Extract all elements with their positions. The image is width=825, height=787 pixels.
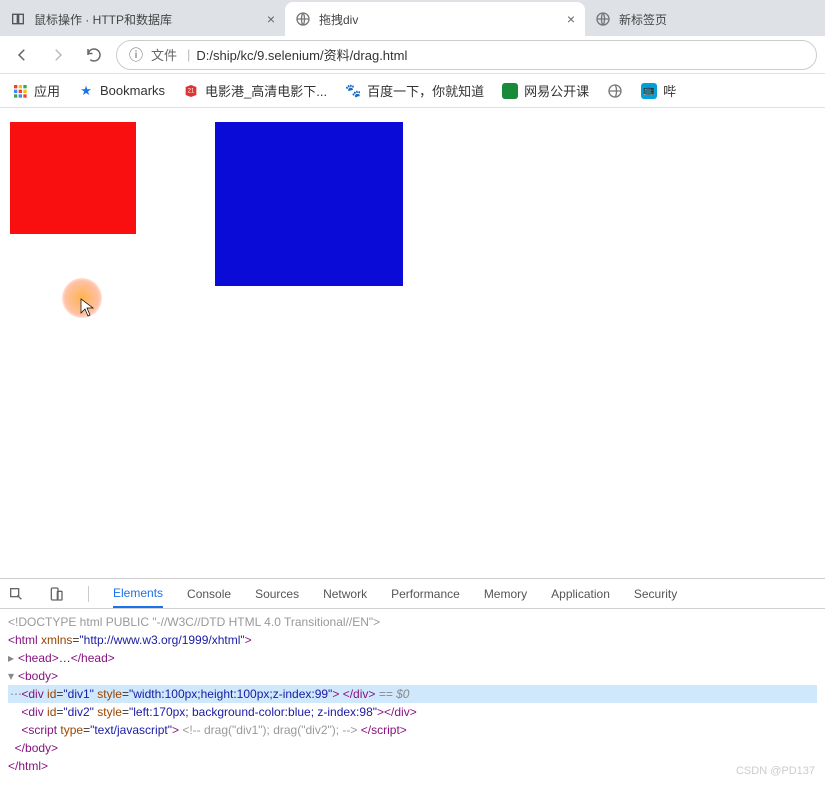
star-icon: ★: [78, 83, 94, 99]
tab-elements[interactable]: Elements: [113, 580, 163, 608]
close-icon[interactable]: ×: [267, 11, 275, 27]
browser-tab-strip: 鼠标操作 · HTTP和数据库 × 拖拽div × 新标签页: [0, 0, 825, 36]
dom-body-close[interactable]: </body>: [8, 739, 817, 757]
devtools-tabs: Elements Console Sources Network Perform…: [0, 579, 825, 609]
bookmark-label: 哔: [663, 81, 676, 100]
scheme-label: 文件: [151, 45, 177, 64]
browser-tab-2[interactable]: 拖拽div ×: [285, 2, 585, 36]
red-draggable-box[interactable]: [10, 122, 136, 234]
globe-icon: [595, 11, 611, 27]
apps-icon: [12, 83, 28, 99]
paw-icon: 🐾: [345, 83, 361, 99]
book-icon: [10, 11, 26, 27]
tab-sources[interactable]: Sources: [255, 581, 299, 607]
bookmark-label: 电影港_高清电影下...: [205, 81, 327, 100]
browser-tab-3[interactable]: 新标签页: [585, 2, 785, 36]
globe-icon: [295, 11, 311, 27]
tab-console[interactable]: Console: [187, 581, 231, 607]
tab-title: 新标签页: [619, 11, 775, 28]
tv-icon: 📺: [641, 83, 657, 99]
dom-doctype[interactable]: <!DOCTYPE html PUBLIC "-//W3C//DTD HTML …: [8, 613, 817, 631]
dom-div1[interactable]: ⋯ <div id="div1" style="width:100px;heig…: [8, 685, 817, 703]
devtools-sep: [88, 586, 89, 602]
bookmark-label: 百度一下，你就知道: [367, 81, 484, 100]
tab-network[interactable]: Network: [323, 581, 367, 607]
bookmark-movie[interactable]: 21 电影港_高清电影下...: [183, 81, 327, 100]
bookmark-163[interactable]: 网易公开课: [502, 81, 589, 100]
dom-head[interactable]: ▸<head>…</head>: [8, 649, 817, 667]
click-highlight: [62, 278, 102, 318]
close-icon[interactable]: ×: [567, 11, 575, 27]
addr-sep: |: [187, 47, 190, 62]
elements-tree[interactable]: <!DOCTYPE html PUBLIC "-//W3C//DTD HTML …: [0, 609, 825, 779]
bookmark-globe[interactable]: [607, 83, 623, 99]
forward-button[interactable]: [44, 41, 72, 69]
back-button[interactable]: [8, 41, 36, 69]
watermark: CSDN @PD137: [736, 765, 815, 777]
browser-toolbar: ⓘ 文件 | D:/ship/kc/9.selenium/资料/drag.htm…: [0, 36, 825, 74]
tab-application[interactable]: Application: [551, 581, 610, 607]
tab-title: 鼠标操作 · HTTP和数据库: [34, 11, 261, 28]
tab-performance[interactable]: Performance: [391, 581, 460, 607]
tab-memory[interactable]: Memory: [484, 581, 527, 607]
bookmark-label: 网易公开课: [524, 81, 589, 100]
device-icon[interactable]: [48, 586, 64, 602]
browser-tab-1[interactable]: 鼠标操作 · HTTP和数据库 ×: [0, 2, 285, 36]
page-viewport: [0, 108, 825, 578]
bookmark-star[interactable]: ★ Bookmarks: [78, 83, 165, 99]
devtools-panel: Elements Console Sources Network Perform…: [0, 578, 825, 787]
bookmark-baidu[interactable]: 🐾 百度一下，你就知道: [345, 81, 484, 100]
tab-title: 拖拽div: [319, 11, 561, 28]
bookmark-apps[interactable]: 应用: [12, 81, 60, 100]
reload-button[interactable]: [80, 41, 108, 69]
inspect-icon[interactable]: [8, 586, 24, 602]
movie-icon: 21: [183, 83, 199, 99]
dom-html-close[interactable]: </html>: [8, 757, 817, 775]
address-bar[interactable]: ⓘ 文件 | D:/ship/kc/9.selenium/资料/drag.htm…: [116, 40, 817, 70]
bookmark-label: Bookmarks: [100, 83, 165, 98]
url-text: D:/ship/kc/9.selenium/资料/drag.html: [196, 45, 407, 64]
svg-text:21: 21: [188, 88, 195, 94]
dom-body-open[interactable]: ▾<body>: [8, 667, 817, 685]
bookmarks-bar: 应用 ★ Bookmarks 21 电影港_高清电影下... 🐾 百度一下，你就…: [0, 74, 825, 108]
info-icon: ⓘ: [129, 45, 143, 65]
globe-gray-icon: [607, 83, 623, 99]
blue-draggable-box[interactable]: [215, 122, 403, 286]
green-icon: [502, 83, 518, 99]
dom-script[interactable]: <script type="text/javascript"> <!-- dra…: [8, 721, 817, 739]
dom-div2[interactable]: <div id="div2" style="left:170px; backgr…: [8, 703, 817, 721]
bookmark-label: 应用: [34, 81, 60, 100]
bookmark-bili[interactable]: 📺 哔: [641, 81, 676, 100]
tab-security[interactable]: Security: [634, 581, 677, 607]
dom-html-open[interactable]: <html xmlns="http://www.w3.org/1999/xhtm…: [8, 631, 817, 649]
